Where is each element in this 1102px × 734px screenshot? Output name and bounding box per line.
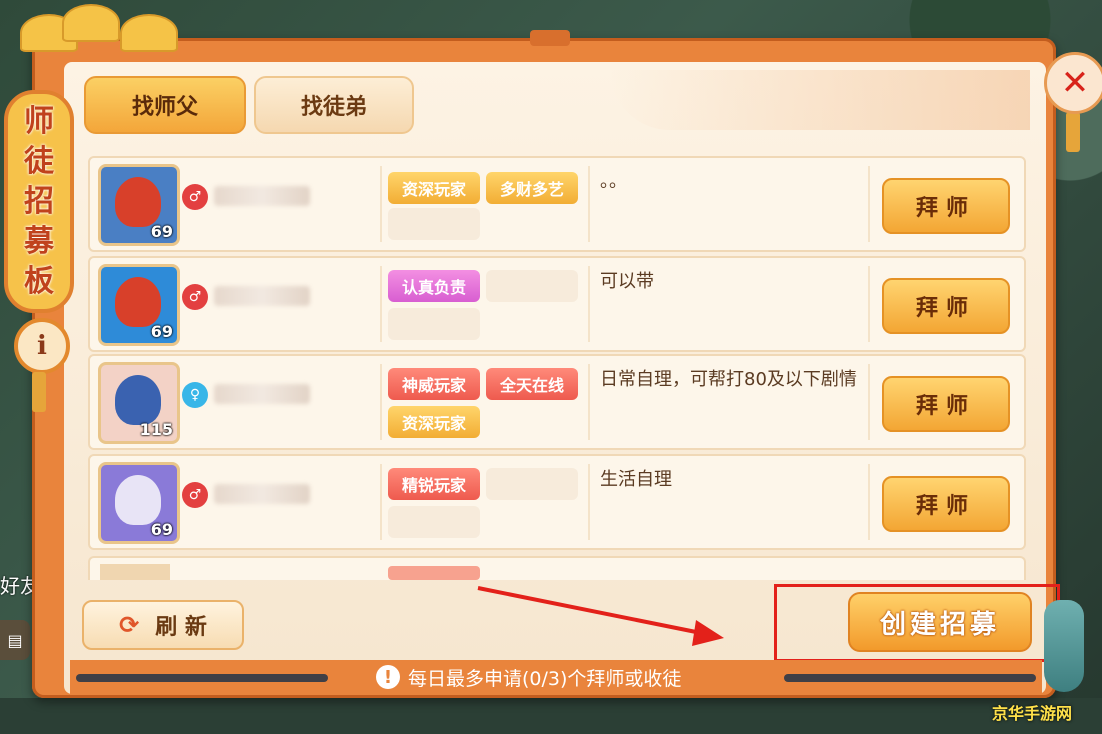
- footer-track: [784, 674, 1036, 682]
- vase-ornament: [1044, 600, 1084, 692]
- warning-icon: !: [376, 665, 400, 689]
- arrow-line: [477, 586, 707, 636]
- daily-limit-text: 每日最多申请(0/3)个拜师或收徒: [408, 667, 682, 690]
- daily-limit-note: ! 每日最多申请(0/3)个拜师或收徒: [376, 662, 681, 692]
- watermark: 京华手游网: [992, 704, 1073, 723]
- footer-track: [76, 674, 328, 682]
- arrow-head: [692, 620, 724, 646]
- create-recruitment-button[interactable]: 创建招募: [848, 592, 1032, 652]
